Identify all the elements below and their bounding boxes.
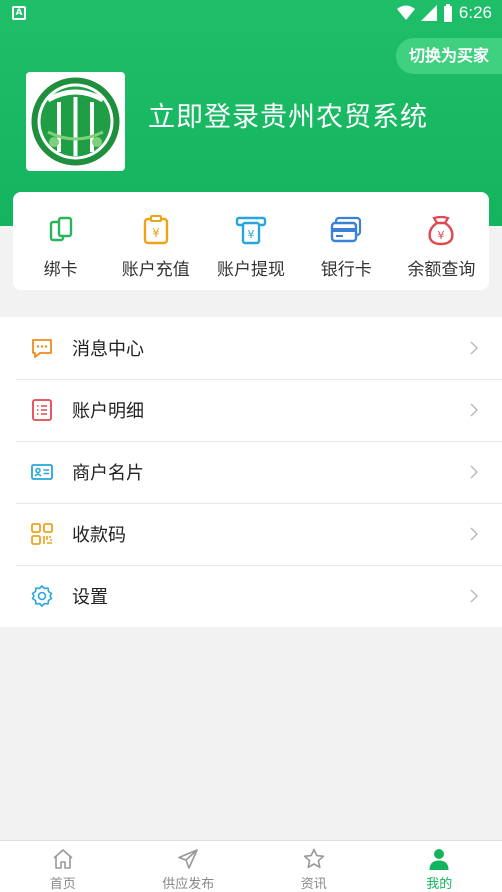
menu-item-settings[interactable]: 设置	[0, 565, 502, 627]
tab-label: 首页	[49, 877, 76, 892]
menu-item-label: 商户名片	[72, 463, 144, 484]
tab-mine[interactable]: 我的	[377, 841, 502, 892]
quick-action-label: 银行卡	[320, 260, 372, 280]
svg-text:¥: ¥	[438, 229, 445, 242]
menu-item-merchant-card[interactable]: 商户名片	[0, 441, 502, 503]
settings-icon	[31, 585, 53, 607]
tab-label: 资讯	[300, 877, 327, 892]
quick-action-label: 账户提现	[217, 260, 285, 280]
app-logo[interactable]	[26, 72, 125, 171]
quick-action-recharge[interactable]: ¥ 账户充值	[108, 192, 203, 290]
tab-news[interactable]: 资讯	[251, 841, 377, 892]
list-icon	[32, 399, 52, 421]
bank-card-icon	[331, 216, 362, 243]
home-icon	[53, 849, 73, 869]
notification-icon: A	[12, 6, 26, 20]
tab-home[interactable]: 首页	[0, 841, 126, 892]
recharge-icon: ¥	[143, 215, 168, 245]
quick-action-label: 绑卡	[43, 260, 78, 280]
chevron-right-icon	[470, 465, 479, 479]
signal-icon	[420, 5, 437, 21]
user-icon	[429, 849, 449, 870]
menu-item-account-details[interactable]: 账户明细	[0, 379, 502, 441]
qr-code-icon	[31, 523, 53, 545]
battery-icon	[443, 4, 452, 22]
status-bar: A 6:26	[0, 0, 502, 28]
bottom-tab-bar: 首页 供应发布 资讯 我的	[0, 840, 502, 892]
quick-action-bind-card[interactable]: 绑卡	[13, 192, 108, 290]
wifi-icon	[396, 5, 415, 20]
menu-item-label: 收款码	[72, 525, 126, 546]
send-icon	[178, 849, 199, 869]
menu-item-message-center[interactable]: 消息中心	[0, 317, 502, 379]
chevron-right-icon	[470, 589, 479, 603]
settings-menu: 消息中心 账户明细 商户名片 收款码 设置	[0, 317, 502, 627]
money-bag-icon: ¥	[428, 215, 454, 246]
business-card-icon	[31, 464, 53, 480]
withdraw-icon: ¥	[235, 216, 267, 245]
chevron-right-icon	[470, 403, 479, 417]
menu-item-label: 设置	[72, 587, 108, 608]
switch-to-buyer-button[interactable]: 切换为买家	[396, 38, 502, 74]
quick-action-balance-query[interactable]: ¥ 余额查询	[394, 192, 489, 290]
menu-item-label: 账户明细	[72, 401, 144, 422]
quick-action-bank-card[interactable]: 银行卡	[299, 192, 394, 290]
quick-actions-card: 绑卡 ¥ 账户充值 ¥ 账户提现 银行卡 ¥ 余额查询	[13, 192, 489, 290]
clock: 6:26	[458, 3, 492, 22]
svg-text:¥: ¥	[152, 226, 160, 240]
message-icon	[32, 339, 52, 358]
menu-item-payment-code[interactable]: 收款码	[0, 503, 502, 565]
chevron-right-icon	[470, 341, 479, 355]
star-icon	[303, 848, 324, 869]
menu-item-label: 消息中心	[72, 339, 144, 360]
tab-label: 我的	[426, 877, 453, 892]
quick-action-label: 账户充值	[121, 260, 190, 280]
chevron-right-icon	[470, 527, 479, 541]
bind-card-icon	[49, 216, 72, 242]
quick-action-label: 余额查询	[407, 260, 476, 280]
tab-supply-publish[interactable]: 供应发布	[126, 841, 252, 892]
quick-action-withdraw[interactable]: ¥ 账户提现	[203, 192, 298, 290]
login-title[interactable]: 立即登录贵州农贸系统	[148, 95, 428, 134]
tab-label: 供应发布	[162, 877, 215, 892]
svg-text:¥: ¥	[248, 228, 255, 241]
